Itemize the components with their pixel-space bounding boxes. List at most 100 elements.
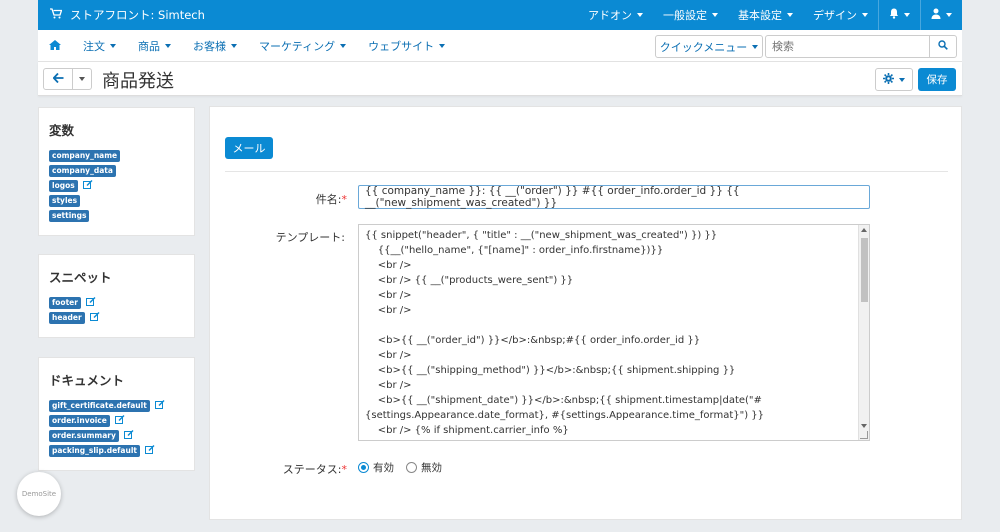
snippet-tag[interactable]: header [49,312,85,324]
edit-icon[interactable] [145,445,155,457]
nav-customers[interactable]: お客様 [182,38,248,54]
nav-website-label: ウェブサイト [368,39,435,53]
menu-basic-settings[interactable]: 基本設定 [728,0,803,30]
status-label: ステータス:* [227,461,347,477]
settings-dropdown-button[interactable] [875,68,913,91]
variable-tag[interactable]: company_name [49,150,121,162]
quick-menu-label: クイックメニュー [659,40,748,54]
menu-general-settings[interactable]: 一般設定 [653,0,728,30]
search-input[interactable] [765,35,930,58]
snippets-panel: スニペット footer header [38,254,195,338]
template-code: {{ snippet("header", { "title" : __("new… [365,228,855,438]
template-line: <br /> {% if shipment.carrier_info %} [365,425,569,436]
chevron-down-icon [165,43,171,48]
nav-products-label: 商品 [138,39,160,53]
variable-tag[interactable]: company_data [49,165,116,177]
tab-mail[interactable]: メール [225,137,273,159]
template-line: <b>{{ __("order_id") }}</b>:&nbsp;#{{ or… [365,335,701,346]
template-line [365,318,855,333]
nav-products[interactable]: 商品 [127,38,182,54]
user-menu-button[interactable] [921,0,962,30]
menu-design-label: デザイン [813,9,857,22]
template-label: テンプレート: [275,231,345,244]
menu-basic-settings-label: 基本設定 [738,9,782,22]
documents-title: ドキュメント [49,373,125,388]
edit-icon[interactable] [114,415,125,427]
document-tag[interactable]: gift_certificate.default [49,400,150,412]
cart-icon [50,8,63,22]
chevron-down-icon [899,77,905,82]
main-navigation: 注文 商品 お客様 マーケティング ウェブサイト クイックメニュー [38,30,962,62]
menu-addons[interactable]: アドオン [578,0,653,30]
template-line: <br /> [365,380,412,391]
store-selector[interactable]: ストアフロント: Simtech [38,7,578,23]
divider [225,171,948,172]
variables-title: 変数 [49,123,75,138]
edit-icon[interactable] [123,430,134,442]
nav-customers-label: お客様 [193,39,226,53]
save-button[interactable]: 保存 [918,68,956,91]
subject-label-text: 件名: [315,193,342,206]
chevron-down-icon [110,43,116,48]
template-line: <br /> [365,305,412,316]
store-name: ストアフロント: Simtech [70,8,205,22]
page-title: 商品発送 [102,71,174,92]
chevron-down-icon [439,43,446,48]
scrollbar[interactable] [858,225,869,440]
scroll-thumb[interactable] [861,238,868,302]
template-line: {{__("hello_name", {"[name]" : order_inf… [365,245,664,256]
status-inactive-radio[interactable] [406,462,417,473]
edit-icon[interactable] [89,312,100,324]
chevron-down-icon [79,77,85,81]
documents-panel: ドキュメント gift_certificate.default order.in… [38,357,195,471]
required-marker: * [341,463,348,476]
document-tag[interactable]: order.summary [49,430,119,442]
nav-marketing-label: マーケティング [259,39,336,53]
snippets-title: スニペット [49,270,112,285]
demo-site-badge[interactable]: DemoSite [17,472,61,516]
chevron-down-icon [752,44,759,49]
status-active-radio[interactable] [358,462,369,473]
scroll-down-icon[interactable] [861,424,867,428]
document-tag[interactable]: order.invoice [49,415,110,427]
quick-menu-button[interactable]: クイックメニュー [655,35,763,58]
search-button[interactable] [929,35,957,58]
edit-icon[interactable] [85,297,96,309]
notifications-button[interactable] [879,0,920,30]
scroll-up-icon[interactable] [861,228,867,232]
chevron-down-icon [231,43,237,48]
template-line: <br /> {{ __("products_were_sent") }} [365,275,574,286]
user-icon [931,8,941,22]
chevron-down-icon [946,13,952,17]
subject-label: 件名:* [227,191,347,207]
nav-orders-label: 注文 [83,39,105,53]
bell-icon [889,8,899,22]
nav-orders[interactable]: 注文 [72,38,127,54]
menu-design[interactable]: デザイン [803,0,878,30]
back-history-dropdown[interactable] [72,68,92,90]
gear-icon [883,72,894,87]
back-button[interactable] [43,68,73,90]
chevron-down-icon [637,13,643,17]
subject-input[interactable]: {{ company_name }}: {{ __("order") }} #{… [358,185,870,209]
nav-marketing[interactable]: マーケティング [248,38,357,54]
edit-icon[interactable] [82,180,93,192]
variables-panel: 変数 company_name company_data logos style… [38,107,195,236]
snippet-tag[interactable]: footer [49,297,81,309]
template-line: <b>{{ __("shipment_date") }}</b>:&nbsp;{… [365,395,765,421]
resize-handle[interactable] [860,431,868,439]
template-line: <br /> [365,260,412,271]
status-label-text: ステータス: [282,463,342,476]
edit-icon[interactable] [154,400,165,412]
variable-tag[interactable]: settings [49,210,90,222]
nav-website[interactable]: ウェブサイト [357,38,456,54]
status-active-label[interactable]: 有効 [373,460,394,475]
template-line: <br /> [365,290,412,301]
variable-tag[interactable]: styles [49,195,81,207]
home-icon[interactable] [38,39,72,53]
status-inactive-label[interactable]: 無効 [421,460,442,475]
document-tag[interactable]: packing_slip.default [49,445,140,457]
status-radio-group: 有効 無効 [358,460,454,475]
variable-tag[interactable]: logos [49,180,78,192]
template-editor[interactable]: {{ snippet("header", { "title" : __("new… [358,224,870,441]
